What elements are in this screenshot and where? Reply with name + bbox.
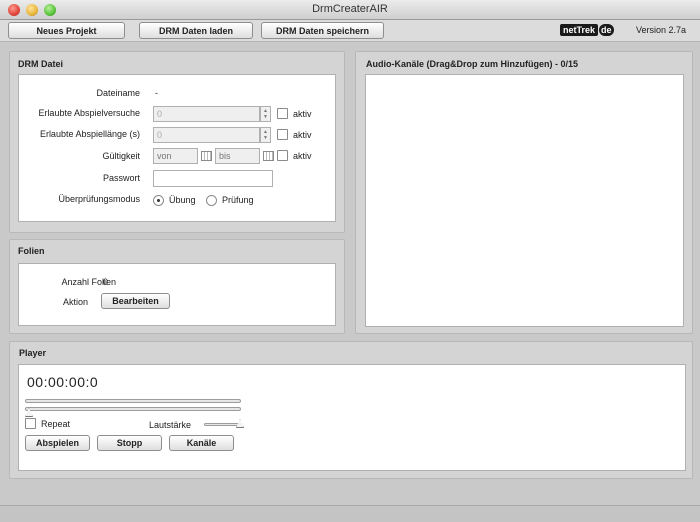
attempts-label: Erlaubte Abspielversuche	[38, 108, 140, 118]
mode-practice-radio[interactable]	[153, 195, 164, 206]
stop-button[interactable]: Stopp	[97, 435, 162, 451]
audio-drop-area[interactable]	[365, 74, 684, 327]
status-bar	[0, 505, 700, 522]
repeat-label: Repeat	[41, 419, 71, 429]
calendar-from-icon[interactable]	[201, 151, 212, 161]
calendar-to-icon[interactable]	[263, 151, 274, 161]
validity-label: Gültigkeit	[102, 151, 140, 161]
audio-panel-title: Audio-Kanäle (Drag&Drop zum Hinzufügen) …	[366, 59, 579, 69]
attempts-active-label: aktiv	[293, 109, 312, 119]
slides-action-label: Aktion	[62, 297, 88, 307]
nettrek-logo: netTrek de	[560, 23, 614, 37]
filename-value: -	[155, 88, 158, 98]
validity-to-input[interactable]	[215, 148, 260, 164]
edit-slides-button[interactable]: Bearbeiten	[101, 293, 170, 309]
window-title: DrmCreaterAIR	[312, 3, 388, 15]
player-timecode: 00:00:00:0	[27, 374, 99, 390]
password-label: Passwort	[102, 173, 140, 183]
mode-label: Überprüfungsmodus	[58, 194, 140, 204]
slides-panel-body	[18, 263, 336, 326]
slides-count-value: 0	[103, 277, 109, 287]
length-stepper[interactable]: ▲ ▼	[260, 127, 271, 143]
logo-net-text: netTrek	[560, 24, 599, 36]
length-active-label: aktiv	[293, 130, 312, 140]
player-panel-body	[18, 364, 686, 471]
logo-de-text: de	[599, 24, 614, 36]
player-panel-title: Player	[19, 348, 47, 358]
position-slider-track[interactable]	[25, 399, 241, 403]
mode-exam-label: Prüfung	[222, 195, 254, 205]
length-input[interactable]	[153, 127, 260, 143]
validity-active-label: aktiv	[293, 151, 312, 161]
channels-button[interactable]: Kanäle	[169, 435, 234, 451]
filename-label: Dateiname	[96, 88, 140, 98]
audio-panel: Audio-Kanäle (Drag&Drop zum Hinzufügen) …	[355, 51, 693, 334]
password-input[interactable]	[153, 170, 273, 187]
volume-label: Lautstärke	[149, 420, 192, 430]
slides-panel-title: Folien	[18, 246, 45, 256]
mode-practice-label: Übung	[169, 195, 196, 205]
validity-from-input[interactable]	[153, 148, 198, 164]
attempts-stepper[interactable]: ▲ ▼	[260, 106, 271, 122]
new-project-button[interactable]: Neues Projekt	[8, 22, 125, 39]
load-drm-button[interactable]: DRM Daten laden	[139, 22, 253, 39]
title-bar: DrmCreaterAIR	[0, 0, 700, 20]
repeat-checkbox[interactable]	[25, 418, 36, 429]
mode-exam-radio[interactable]	[206, 195, 217, 206]
save-drm-button[interactable]: DRM Daten speichern	[261, 22, 384, 39]
position-slider-track-lower	[25, 407, 241, 411]
slides-count-label: Anzahl Folien	[61, 277, 116, 287]
version-label: Version 2.7a	[636, 25, 687, 35]
drm-panel-title: DRM Datei	[18, 59, 64, 69]
length-active-checkbox[interactable]	[277, 129, 288, 140]
play-button[interactable]: Abspielen	[25, 435, 90, 451]
validity-active-checkbox[interactable]	[277, 150, 288, 161]
length-label: Erlaubte Abspiellänge (s)	[39, 129, 140, 139]
attempts-active-checkbox[interactable]	[277, 108, 288, 119]
volume-slider-track[interactable]	[204, 423, 242, 426]
attempts-input[interactable]	[153, 106, 260, 122]
